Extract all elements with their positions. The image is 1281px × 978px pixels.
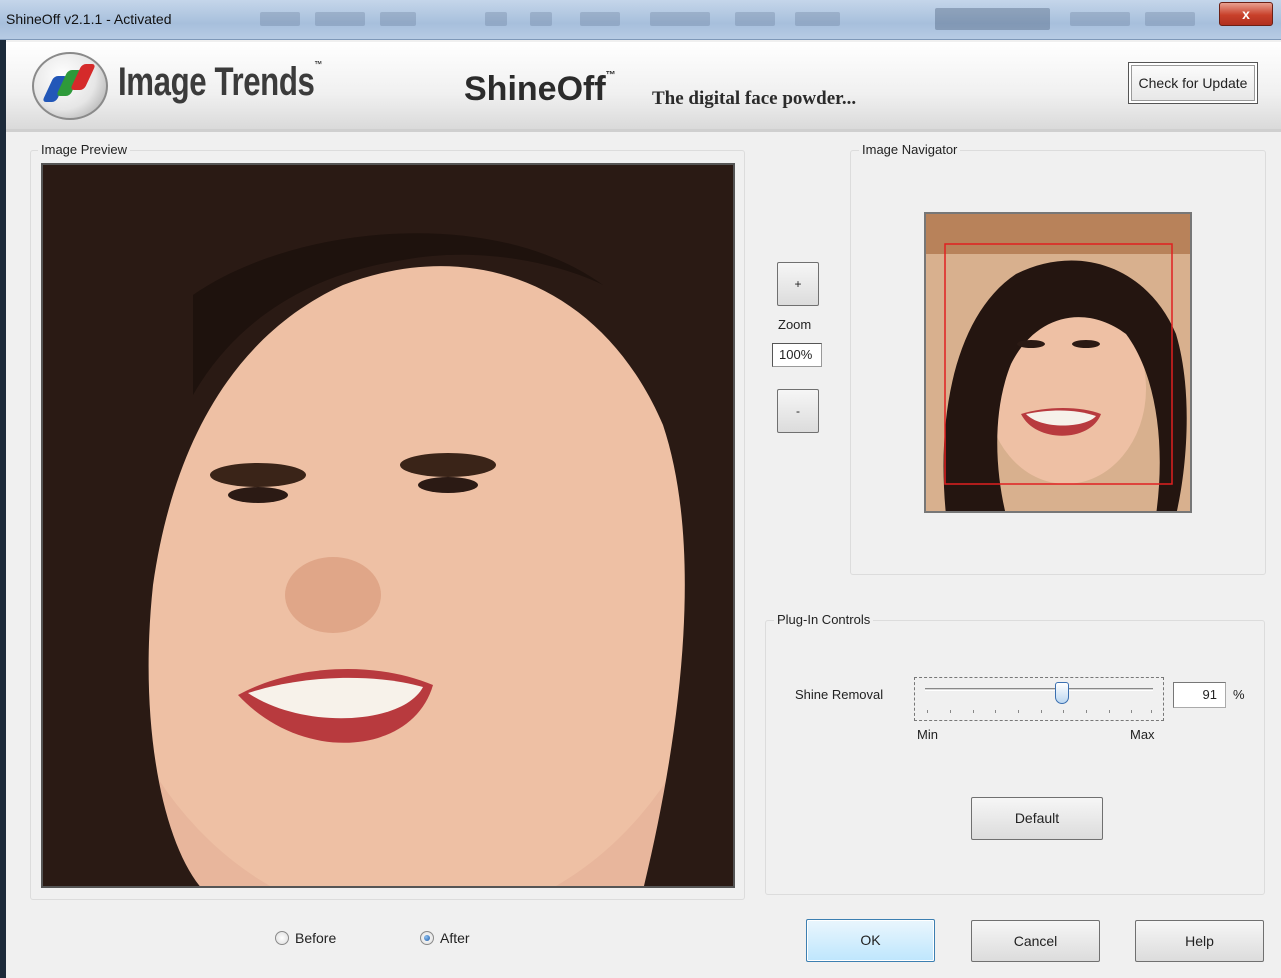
slider-tick xyxy=(1151,710,1152,713)
face-photo-thumbnail xyxy=(926,214,1190,511)
plugin-controls-group xyxy=(765,620,1265,895)
before-radio-circle[interactable] xyxy=(275,931,289,945)
slider-max-label: Max xyxy=(1130,727,1155,742)
check-for-update-button[interactable]: Check for Update xyxy=(1128,62,1258,104)
background-toolbar-icon xyxy=(735,12,775,26)
slider-tick xyxy=(1018,710,1019,713)
shine-removal-label: Shine Removal xyxy=(795,687,884,702)
background-menu-item xyxy=(1145,12,1195,26)
before-radio[interactable]: Before xyxy=(275,930,336,946)
plugin-controls-label: Plug-In Controls xyxy=(774,612,874,627)
zoom-value-field[interactable]: 100% xyxy=(772,343,822,367)
slider-tick xyxy=(950,710,951,713)
background-menu-item xyxy=(1070,12,1130,26)
cancel-button[interactable]: Cancel xyxy=(971,920,1100,962)
app-header: Image Trends™ ShineOff™ The digital face… xyxy=(6,42,1281,132)
left-edge-strip xyxy=(0,0,6,978)
slider-tick xyxy=(1086,710,1087,713)
slider-thumb[interactable] xyxy=(1054,682,1069,704)
background-toolbar-icon xyxy=(580,12,620,26)
product-name: ShineOff™ xyxy=(464,70,616,108)
slider-tick xyxy=(1109,710,1110,713)
close-button[interactable]: x xyxy=(1219,2,1273,26)
minus-icon: - xyxy=(796,404,800,418)
percent-unit-label: % xyxy=(1233,687,1245,702)
slider-tick xyxy=(1131,710,1132,713)
background-menu-item xyxy=(315,12,365,26)
after-radio[interactable]: After xyxy=(420,930,470,946)
image-navigator-label: Image Navigator xyxy=(859,142,961,157)
background-menu-item xyxy=(260,12,300,26)
slider-tick xyxy=(1041,710,1042,713)
after-radio-label: After xyxy=(440,930,470,946)
title-bar: ShineOff v2.1.1 - Activated x xyxy=(0,0,1281,40)
image-preview[interactable] xyxy=(41,163,735,888)
plus-icon: + xyxy=(794,277,802,291)
before-radio-label: Before xyxy=(295,930,337,946)
face-photo-preview xyxy=(43,165,733,886)
navigator-thumbnail[interactable] xyxy=(924,212,1192,513)
default-label: Default xyxy=(1014,810,1060,826)
ok-button[interactable]: OK xyxy=(806,919,935,962)
zoom-out-button[interactable]: - xyxy=(777,389,819,433)
brand-name: Image Trends™ xyxy=(118,60,322,104)
ok-label: OK xyxy=(860,932,881,948)
background-button xyxy=(935,8,1050,30)
slider-tick xyxy=(995,710,996,713)
slider-min-label: Min xyxy=(917,727,938,742)
slider-track xyxy=(925,688,1153,691)
slider-tick xyxy=(1063,710,1064,713)
help-button[interactable]: Help xyxy=(1135,920,1264,962)
zoom-in-button[interactable]: + xyxy=(777,262,819,306)
shine-removal-value-field[interactable]: 91 xyxy=(1173,682,1226,708)
after-radio-circle[interactable] xyxy=(420,931,434,945)
slider-tick xyxy=(973,710,974,713)
background-menu-item xyxy=(380,12,416,26)
close-icon: x xyxy=(1242,6,1250,22)
help-label: Help xyxy=(1185,933,1214,949)
check-for-update-label: Check for Update xyxy=(1138,75,1248,91)
default-button[interactable]: Default xyxy=(971,797,1103,840)
window-title: ShineOff v2.1.1 - Activated xyxy=(6,11,172,27)
cancel-label: Cancel xyxy=(1013,933,1058,949)
background-toolbar-icon xyxy=(795,12,840,26)
background-toolbar-icon xyxy=(485,12,507,26)
background-toolbar-icon xyxy=(530,12,552,26)
tagline: The digital face powder... xyxy=(652,88,857,109)
slider-tick xyxy=(927,710,928,713)
zoom-label: Zoom xyxy=(778,317,812,332)
image-preview-label: Image Preview xyxy=(38,142,130,157)
image-trends-logo-icon xyxy=(32,52,108,120)
background-toolbar-icon xyxy=(650,12,710,26)
shine-removal-slider[interactable] xyxy=(914,677,1164,721)
